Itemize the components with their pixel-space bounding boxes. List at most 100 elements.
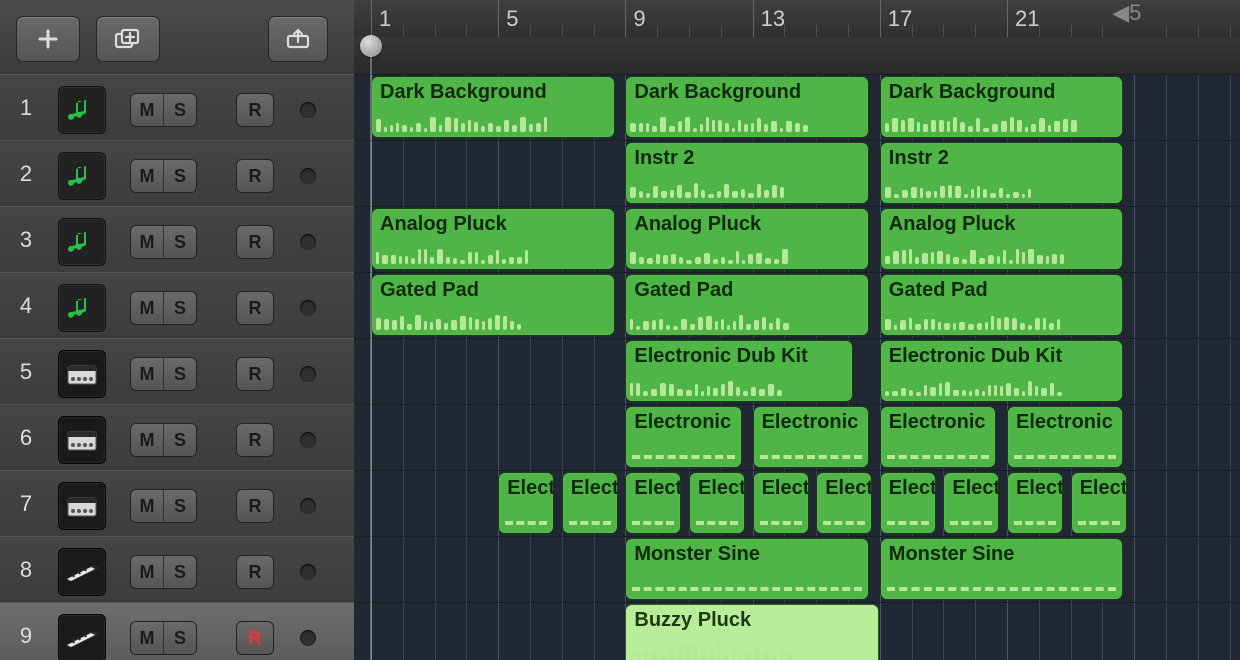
solo-button[interactable]: S	[164, 556, 196, 588]
solo-button[interactable]: S	[164, 292, 196, 324]
track-header-5[interactable]: 5MSR	[0, 338, 354, 406]
region-label: Gated Pad	[380, 279, 479, 302]
region[interactable]: Dark Background	[880, 76, 1124, 138]
add-track-button[interactable]	[16, 16, 80, 62]
input-monitor-dot[interactable]	[300, 432, 316, 448]
record-enable-button[interactable]: R	[236, 291, 274, 325]
arrange-grid[interactable]: Dark BackgroundDark BackgroundDark Backg…	[354, 74, 1240, 660]
mute-button[interactable]: M	[131, 424, 164, 456]
region[interactable]: Electronic Dub Kit	[625, 340, 853, 402]
region[interactable]: Gated Pad	[371, 274, 615, 336]
mute-button[interactable]: M	[131, 556, 164, 588]
region[interactable]: Elect	[625, 472, 681, 534]
ruler-bar-label: 21	[1015, 6, 1039, 32]
mute-button[interactable]: M	[131, 292, 164, 324]
solo-button[interactable]: S	[164, 226, 196, 258]
region[interactable]: Analog Pluck	[625, 208, 869, 270]
record-enable-button[interactable]: R	[236, 93, 274, 127]
region[interactable]: Electronic	[880, 406, 996, 468]
input-monitor-dot[interactable]	[300, 498, 316, 514]
track-instrument-icon[interactable]	[58, 416, 106, 464]
track-header-6[interactable]: 6MSR	[0, 404, 354, 472]
region[interactable]: Monster Sine	[880, 538, 1124, 600]
region[interactable]: Instr 2	[625, 142, 869, 204]
solo-button[interactable]: S	[164, 160, 196, 192]
track-instrument-icon[interactable]	[58, 614, 106, 660]
region-label: Elect	[507, 477, 554, 500]
mute-button[interactable]: M	[131, 160, 164, 192]
track-instrument-icon[interactable]	[58, 152, 106, 200]
input-monitor-dot[interactable]	[300, 234, 316, 250]
mute-button[interactable]: M	[131, 490, 164, 522]
region[interactable]: Elect	[816, 472, 872, 534]
bar-ruler[interactable]: 159131721◀5	[354, 0, 1240, 74]
input-monitor-dot[interactable]	[300, 564, 316, 580]
region[interactable]: Instr 2	[880, 142, 1124, 204]
track-list-toolbar	[0, 0, 354, 75]
record-enable-button[interactable]: R	[236, 621, 274, 655]
region[interactable]: Electronic	[625, 406, 741, 468]
track-header-8[interactable]: 8MSR	[0, 536, 354, 604]
track-instrument-icon[interactable]	[58, 350, 106, 398]
region[interactable]: Elect	[1007, 472, 1063, 534]
track-header-1[interactable]: 1MSR	[0, 74, 354, 142]
input-monitor-dot[interactable]	[300, 168, 316, 184]
track-instrument-icon[interactable]	[58, 284, 106, 332]
region[interactable]: Electronic	[753, 406, 869, 468]
track-list-disclosure[interactable]	[268, 16, 328, 62]
region[interactable]: Elect	[880, 472, 936, 534]
input-monitor-dot[interactable]	[300, 630, 316, 646]
track-header-3[interactable]: 3 MS R	[0, 206, 354, 274]
track-instrument-icon[interactable]	[58, 86, 106, 134]
region[interactable]: Monster Sine	[625, 538, 869, 600]
region-label: Elect	[825, 477, 872, 500]
cycle-end-flag[interactable]: ◀5	[1112, 0, 1141, 18]
region[interactable]: Dark Background	[371, 76, 615, 138]
track-header-4[interactable]: 4MSR	[0, 272, 354, 340]
solo-button[interactable]: S	[164, 424, 196, 456]
mute-button[interactable]: M	[131, 622, 164, 654]
record-enable-button[interactable]: R	[236, 555, 274, 589]
input-monitor-dot[interactable]	[300, 366, 316, 382]
track-number: 3	[0, 207, 52, 273]
region[interactable]: Gated Pad	[880, 274, 1124, 336]
record-enable-button[interactable]: R	[236, 159, 274, 193]
region[interactable]: Analog Pluck	[880, 208, 1124, 270]
track-instrument-icon[interactable]	[58, 218, 106, 266]
mute-button[interactable]: M	[131, 226, 164, 258]
region[interactable]: Elect	[562, 472, 618, 534]
region[interactable]: Analog Pluck	[371, 208, 615, 270]
ruler-bar-label: 13	[761, 6, 785, 32]
region[interactable]: Buzzy Pluck	[625, 604, 878, 660]
record-enable-button[interactable]: R	[236, 357, 274, 391]
record-enable-button[interactable]: R	[236, 423, 274, 457]
mute-button[interactable]: M	[131, 94, 164, 126]
track-instrument-icon[interactable]	[58, 548, 106, 596]
region[interactable]: Dark Background	[625, 76, 869, 138]
region[interactable]: Electronic Dub Kit	[880, 340, 1124, 402]
region-label: Electronic	[889, 411, 986, 434]
region[interactable]: Elect	[753, 472, 809, 534]
track-header-7[interactable]: 7MSR	[0, 470, 354, 538]
region[interactable]: Electronic	[1007, 406, 1123, 468]
solo-button[interactable]: S	[164, 622, 196, 654]
track-header-2[interactable]: 2MSR	[0, 140, 354, 208]
solo-button[interactable]: S	[164, 94, 196, 126]
record-enable-button[interactable]: R	[236, 489, 274, 523]
region[interactable]: Elect	[943, 472, 999, 534]
mute-solo-group: MS	[130, 423, 197, 457]
region[interactable]: Elect	[1071, 472, 1127, 534]
region[interactable]: Elect	[498, 472, 554, 534]
solo-button[interactable]: S	[164, 490, 196, 522]
input-monitor-dot[interactable]	[300, 300, 316, 316]
region[interactable]: Elect	[689, 472, 745, 534]
solo-button[interactable]: S	[164, 358, 196, 390]
region[interactable]: Gated Pad	[625, 274, 869, 336]
track-instrument-icon[interactable]	[58, 482, 106, 530]
duplicate-track-button[interactable]	[96, 16, 160, 62]
mute-solo-group: MS	[130, 555, 197, 589]
record-enable-button[interactable]: R	[236, 225, 274, 259]
track-header-9[interactable]: 9MSR	[0, 602, 354, 660]
mute-button[interactable]: M	[131, 358, 164, 390]
input-monitor-dot[interactable]	[300, 102, 316, 118]
